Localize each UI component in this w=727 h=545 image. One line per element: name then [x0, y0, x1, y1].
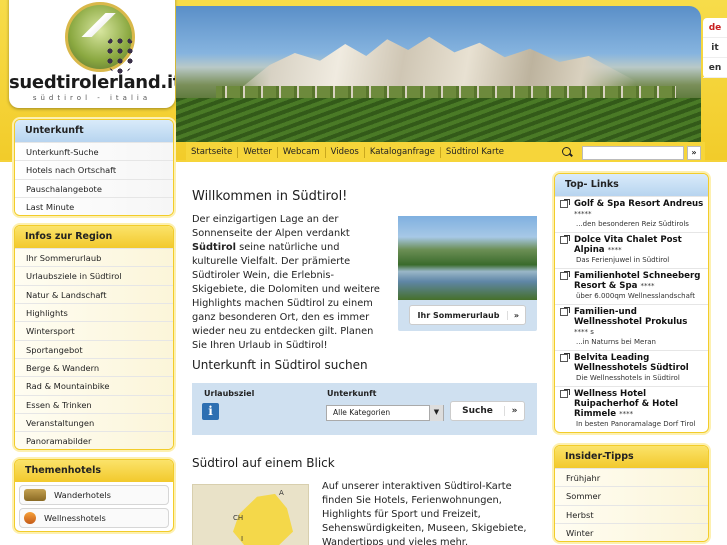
- top-link-item[interactable]: Wellness Hotel Ruipacherhof & Hotel Rimm…: [555, 386, 708, 432]
- sidebar-item-wintersport[interactable]: Wintersport: [15, 321, 173, 340]
- unterkunft-heading: Unterkunft: [15, 120, 173, 142]
- sidebar-item-pauschalangebote[interactable]: Pauschalangebote: [15, 178, 173, 197]
- insider-tips-heading: Insider-Tipps: [555, 446, 708, 468]
- search-section-title: Unterkunft in Südtirol suchen: [192, 358, 368, 372]
- grapes-icon: [105, 36, 135, 74]
- intro-teaser: Ihr Sommerurlaub»: [398, 216, 537, 331]
- wellness-icon: [24, 512, 36, 525]
- tip-herbst[interactable]: Herbst: [555, 504, 708, 523]
- info-icon[interactable]: i: [202, 403, 219, 420]
- vineyard-landscape: [176, 98, 701, 142]
- top-link-item[interactable]: Golf & Spa Resort Andreus ***** ...den be…: [555, 196, 708, 232]
- external-link-icon: [560, 353, 570, 362]
- left-sidebar: Unterkunft Unterkunft-Suche Hotels nach …: [14, 119, 174, 538]
- top-link-item[interactable]: Dolce Vita Chalet Post Alpina **** Das Fe…: [555, 232, 708, 268]
- site-search: »: [554, 144, 704, 161]
- arrow-icon: »: [504, 406, 524, 416]
- destination-label: Urlaubsziel: [204, 389, 255, 398]
- insider-tips-box: Insider-Tipps Frühjahr Sommer Herbst Win…: [554, 445, 709, 543]
- external-link-icon: [560, 271, 570, 280]
- map-label-a: A: [279, 489, 284, 497]
- hiking-boot-icon: [24, 489, 46, 502]
- sidebar-item-essen[interactable]: Essen & Trinken: [15, 394, 173, 413]
- sidebar-item-hotels-nach-ortschaft[interactable]: Hotels nach Ortschaft: [15, 160, 173, 179]
- theme-wellnesshotels[interactable]: Wellnesshotels: [19, 508, 169, 529]
- nav-suedtirol-karte[interactable]: Südtirol Karte: [441, 147, 509, 158]
- search-button[interactable]: Suche»: [450, 401, 525, 421]
- header-banner-image: [176, 6, 701, 142]
- map-label-ch: CH: [233, 514, 244, 522]
- sidebar-item-sportangebot[interactable]: Sportangebot: [15, 339, 173, 358]
- sommerurlaub-button[interactable]: Ihr Sommerurlaub»: [409, 305, 526, 325]
- external-link-icon: [560, 389, 570, 398]
- top-links-heading: Top- Links: [555, 174, 708, 196]
- nav-kataloganfrage[interactable]: Kataloganfrage: [365, 146, 441, 158]
- lang-en[interactable]: en: [703, 58, 727, 78]
- external-link-icon: [560, 199, 570, 208]
- accommodation-label: Unterkunft: [327, 389, 377, 398]
- tip-winter[interactable]: Winter: [555, 522, 708, 542]
- logo-text: suedtirolerland.it: [9, 72, 175, 93]
- sidebar-item-unterkunft-suche[interactable]: Unterkunft-Suche: [15, 142, 173, 161]
- nav-startseite[interactable]: Startseite: [186, 146, 239, 158]
- nav-webcam[interactable]: Webcam: [278, 146, 326, 158]
- themen-heading: Themenhotels: [15, 460, 173, 483]
- arrow-icon: »: [507, 310, 525, 320]
- sidebar-item-natur[interactable]: Natur & Landschaft: [15, 284, 173, 304]
- language-switcher: de it en: [703, 18, 727, 78]
- region-map[interactable]: A CH I: [192, 484, 309, 545]
- top-link-item[interactable]: Belvita Leading Wellnesshotels Südtirol …: [555, 350, 708, 386]
- external-link-icon: [560, 235, 570, 244]
- search-input[interactable]: [582, 145, 684, 160]
- tip-fruehjahr[interactable]: Frühjahr: [555, 468, 708, 487]
- top-link-item[interactable]: Familienhotel Schneeberg Resort & Spa **…: [555, 268, 708, 304]
- lang-it[interactable]: it: [703, 38, 727, 58]
- category-select[interactable]: Alle Kategorien: [326, 405, 444, 421]
- nav-wetter[interactable]: Wetter: [238, 146, 278, 158]
- glance-title: Südtirol auf einem Blick: [192, 456, 335, 470]
- sidebar-item-rad[interactable]: Rad & Mountainbike: [15, 376, 173, 395]
- sidebar-item-berge[interactable]: Berge & Wandern: [15, 357, 173, 377]
- sidebar-item-last-minute[interactable]: Last Minute: [15, 196, 173, 216]
- top-links-box: Top- Links Golf & Spa Resort Andreus ***…: [554, 173, 709, 433]
- site-logo[interactable]: suedtirolerland.it südtirol - italia: [9, 0, 175, 108]
- sidebar-item-sommerurlaub[interactable]: Ihr Sommerurlaub: [15, 248, 173, 267]
- sidebar-item-highlights[interactable]: Highlights: [15, 303, 173, 322]
- unterkunft-box: Unterkunft Unterkunft-Suche Hotels nach …: [14, 119, 174, 217]
- search-icon: [560, 146, 574, 160]
- search-submit-button[interactable]: »: [687, 145, 701, 160]
- main-content: Willkommen in Südtirol! Der einzigartige…: [192, 189, 537, 545]
- infos-heading: Infos zur Region: [15, 226, 173, 249]
- intro-text: Der einzigartigen Lage an der Sonnenseit…: [192, 214, 380, 351]
- theme-label: Wanderhotels: [54, 490, 111, 501]
- sidebar-item-urlaubsziele[interactable]: Urlaubsziele in Südtirol: [15, 266, 173, 285]
- external-link-icon: [560, 307, 570, 316]
- theme-wanderhotels[interactable]: Wanderhotels: [19, 485, 169, 506]
- nav-videos[interactable]: Videos: [326, 146, 365, 158]
- lang-de[interactable]: de: [703, 18, 727, 38]
- sidebar-item-panoramabilder[interactable]: Panoramabilder: [15, 431, 173, 450]
- dolomites-mountain: [236, 36, 656, 92]
- welcome-title: Willkommen in Südtirol!: [192, 189, 348, 204]
- glance-text: Auf unserer interaktiven Südtirol-Karte …: [322, 481, 527, 545]
- logo-subtitle: südtirol - italia: [32, 94, 152, 102]
- infos-box: Infos zur Region Ihr Sommerurlaub Urlaub…: [14, 225, 174, 451]
- tip-sommer[interactable]: Sommer: [555, 486, 708, 505]
- theme-label: Wellnesshotels: [44, 513, 106, 524]
- sidebar-item-veranstaltungen[interactable]: Veranstaltungen: [15, 412, 173, 432]
- top-link-item[interactable]: Familien-und Wellnesshotel Prokulus ****…: [555, 304, 708, 350]
- right-sidebar: Top- Links Golf & Spa Resort Andreus ***…: [554, 173, 709, 545]
- lake-image: [398, 216, 537, 300]
- map-label-i: I: [241, 535, 244, 543]
- themen-box: Themenhotels Wanderhotels Wellnesshotels: [14, 459, 174, 533]
- accommodation-search-form: Urlaubsziel Unterkunft i Alle Kategorien…: [192, 383, 537, 435]
